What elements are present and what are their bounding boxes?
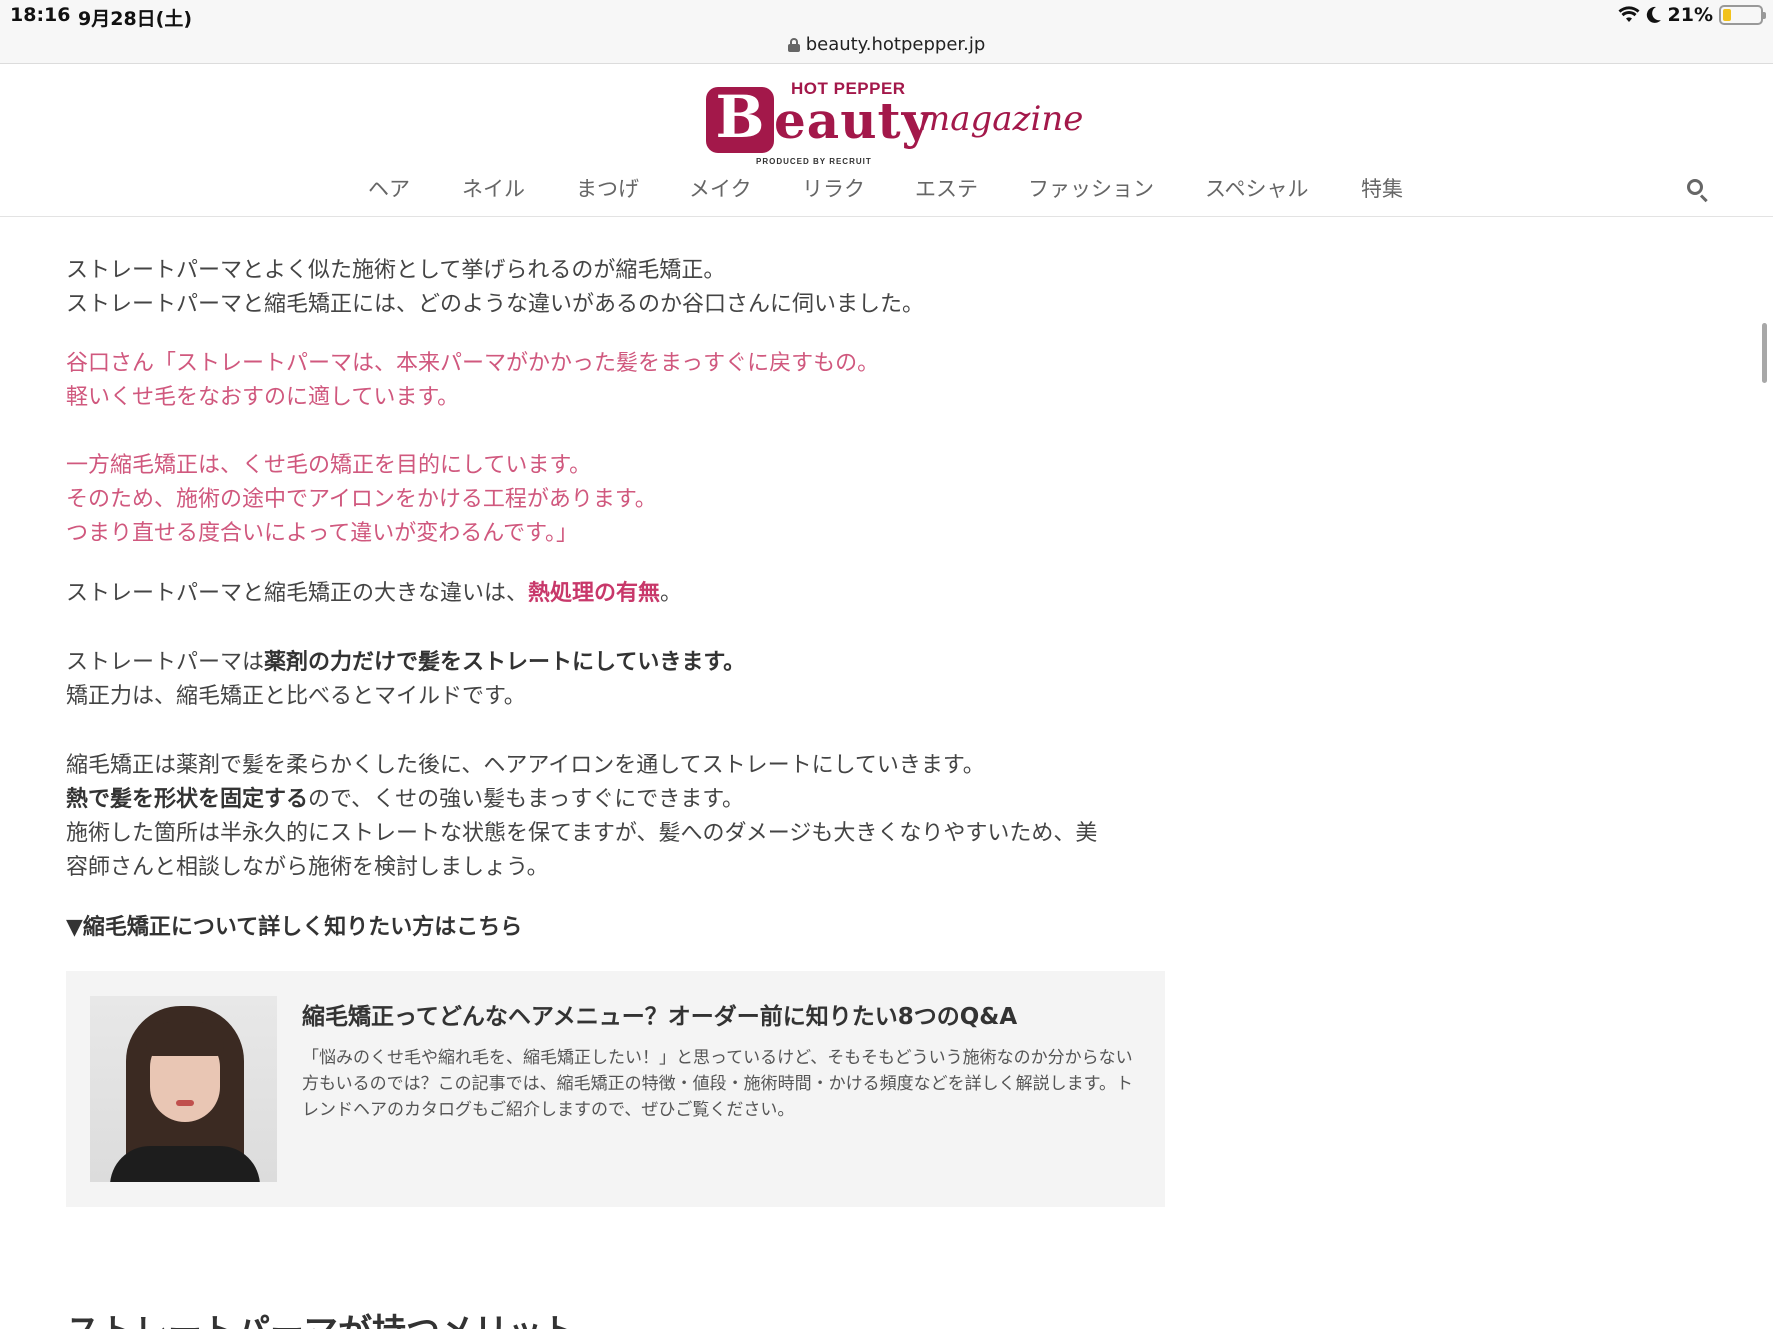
straight-perm-line-2: 矯正力は、縮毛矯正と比べるとマイルドです。 (66, 684, 526, 709)
related-article-title[interactable]: 縮毛矯正ってどんなヘアメニュー？オーダー前に知りたい8つのQ&A (302, 997, 1017, 1031)
related-link-heading: ▼縮毛矯正について詳しく知りたい方はこちら (66, 915, 523, 940)
wifi-icon (1618, 6, 1640, 22)
status-time: 18:16 (10, 4, 71, 26)
battery-percent: 21% (1667, 4, 1713, 26)
logo-produced-by: PRODUCED BY RECRUIT (756, 157, 872, 166)
main-nav: ヘア ネイル まつげ メイク リラク エステ ファッション スペシャル 特集 (0, 173, 1773, 209)
url-text[interactable]: beauty.hotpepper.jp (806, 34, 986, 55)
quote-line-2: 軽いくせ毛をなおすのに適しています。 (66, 385, 460, 410)
nav-item-fashion[interactable]: ファッション (1028, 173, 1154, 203)
intro-line-2: ストレートパーマと縮毛矯正には、どのような違いがあるのか谷口さんに伺いました。 (66, 292, 925, 317)
lock-icon (787, 37, 800, 52)
section-heading: ストレートパーマが持つメリット (66, 1304, 576, 1329)
related-article-card[interactable]: 縮毛矯正ってどんなヘアメニュー？オーダー前に知りたい8つのQ&A 「悩みのくせ毛… (66, 971, 1165, 1207)
quote-line-4: そのため、施術の途中でアイロンをかける工程があります。 (66, 487, 657, 512)
nav-item-makeup[interactable]: メイク (689, 173, 752, 203)
nav-item-eyelash[interactable]: まつげ (576, 173, 639, 203)
battery-fill (1723, 9, 1731, 21)
search-icon[interactable] (1687, 179, 1709, 203)
nav-item-relax[interactable]: リラク (802, 173, 865, 203)
status-date: 9月28日(土) (78, 8, 193, 30)
article-thumbnail[interactable] (90, 996, 277, 1182)
battery-icon (1719, 5, 1766, 25)
intro-line-1: ストレートパーマとよく似た施術として挙げられるのが縮毛矯正。 (66, 258, 726, 283)
shukumo-line-2: 熱で髪を形状を固定するので、くせの強い髪もまっすぐにできます。 (66, 783, 744, 817)
difference-text: ストレートパーマと縮毛矯正の大きな違いは、 (66, 581, 529, 606)
scrollbar[interactable] (1762, 323, 1767, 383)
nav-item-hair[interactable]: ヘア (368, 173, 410, 203)
shukumo-line-4: 容師さんと相談しながら施術を検討しましょう。 (66, 855, 549, 880)
quote-line-5: つまり直せる度合いによって違いが変わるんです。」 (66, 521, 578, 546)
nav-item-special[interactable]: スペシャル (1205, 173, 1309, 203)
shukumo-emphasis: 熱で髪を形状を固定する (66, 787, 309, 812)
shukumo-line-3: 施術した箇所は半永久的にストレートな状態を保てますが、髪へのダメージも大きくなり… (66, 821, 1098, 846)
logo-eauty: eauty (774, 91, 932, 150)
straight-perm-text: ストレートパーマは (66, 650, 265, 675)
status-indicators: 21% (1618, 4, 1766, 26)
straight-perm-line-1: ストレートパーマは薬剤の力だけで髪をストレートにしていきます。 (66, 646, 745, 680)
status-bar: 18:16 9月28日(土) 21% (0, 0, 1773, 34)
url-bar[interactable]: beauty.hotpepper.jp (0, 34, 1773, 64)
site-header: HOT PEPPER B eauty magazine PRODUCED BY … (0, 65, 1773, 217)
straight-perm-emphasis: 薬剤の力だけで髪をストレートにしていきます。 (264, 650, 746, 675)
moon-icon (1646, 6, 1661, 23)
nav-item-nail[interactable]: ネイル (462, 173, 525, 203)
shukumo-line-1: 縮毛矯正は薬剤で髪を柔らかくした後に、ヘアアイロンを通してストレートにしていきま… (66, 753, 985, 778)
site-logo[interactable]: HOT PEPPER B eauty magazine PRODUCED BY … (704, 77, 1083, 167)
nav-item-feature[interactable]: 特集 (1361, 173, 1403, 203)
difference-emphasis: 熱処理の有無 (528, 581, 661, 606)
logo-magazine: magazine (918, 99, 1084, 139)
shukumo-text: ので、くせの強い髪もまっすぐにできます。 (308, 787, 745, 812)
quote-line-3: 一方縮毛矯正は、くせ毛の矯正を目的にしています。 (66, 453, 592, 478)
quote-line-1: 谷口さん「ストレートパーマは、本来パーマがかかった髪をまっすぐに戻すもの。 (66, 351, 880, 376)
related-article-description: 「悩みのくせ毛や縮れ毛を、縮毛矯正したい！」と思っているけど、そもそもどういう施… (302, 1048, 1133, 1120)
nav-item-esthe[interactable]: エステ (915, 173, 978, 203)
logo-letter-b: B (715, 83, 765, 151)
difference-end: 。 (660, 581, 683, 606)
difference-line: ストレートパーマと縮毛矯正の大きな違いは、熱処理の有無。 (66, 577, 682, 611)
